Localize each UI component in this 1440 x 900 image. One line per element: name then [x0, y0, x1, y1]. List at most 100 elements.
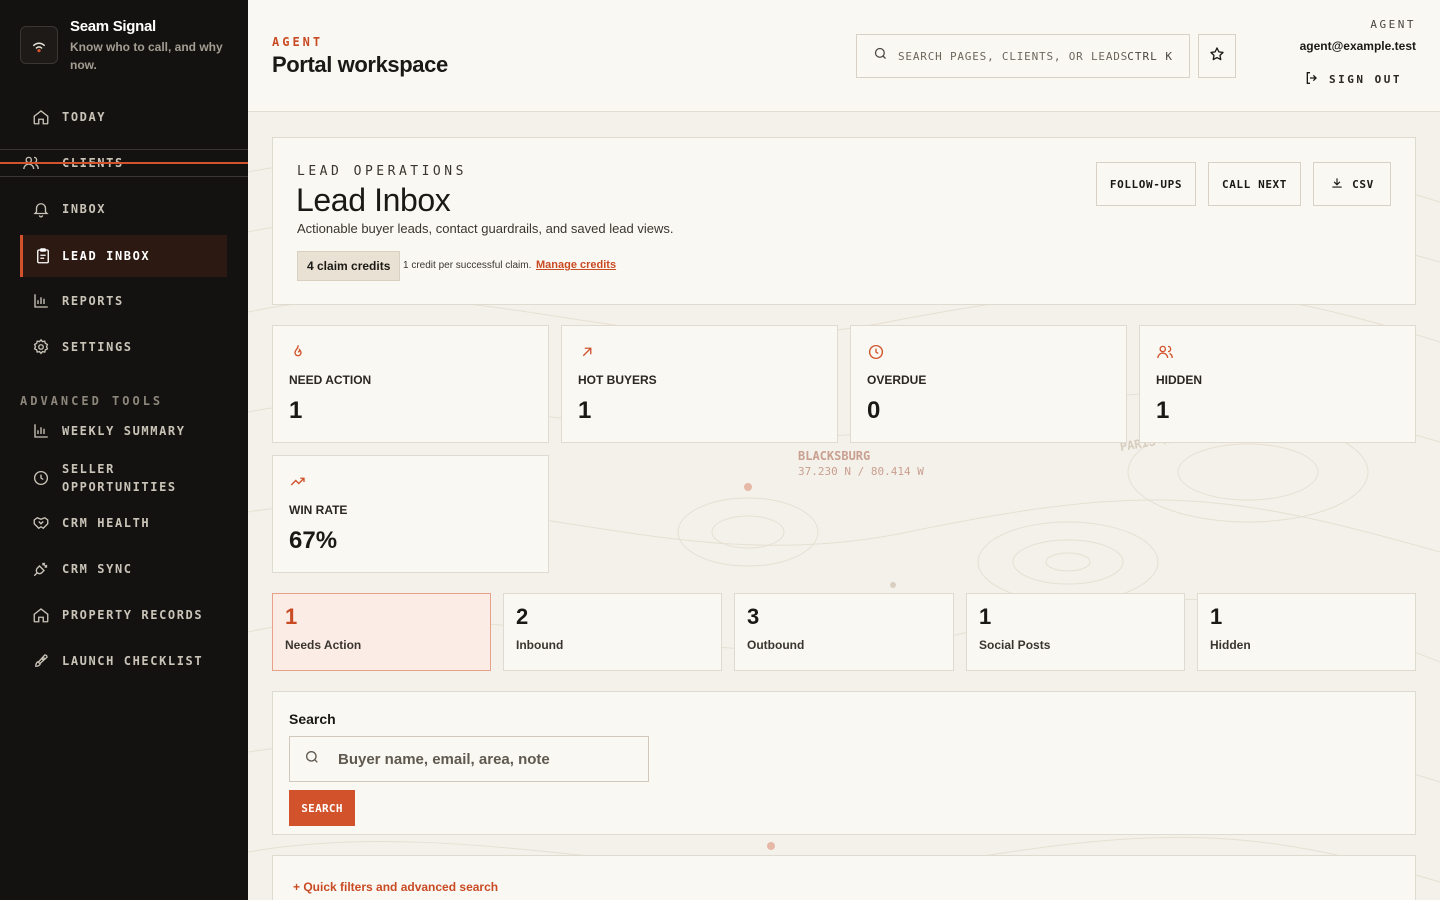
bell-icon — [20, 200, 62, 218]
tab-inbound[interactable]: 2 Inbound — [503, 593, 722, 671]
stat-value: 0 — [867, 397, 881, 424]
global-search-input[interactable]: SEARCH PAGES, CLIENTS, OR LEADS CTRL K — [856, 34, 1190, 78]
claim-credits-badge: 4 claim credits — [297, 251, 401, 281]
handshake-icon — [20, 514, 62, 532]
main-content: BLACKSBURG 37.230 N / 80.414 W PARIS MOU… — [248, 0, 1440, 900]
csv-export-button[interactable]: CSV — [1313, 162, 1391, 206]
stat-value: 1 — [578, 397, 592, 424]
house-icon — [20, 606, 62, 624]
sidebar-item-label: CRM SYNC — [62, 562, 133, 576]
tab-count: 1 — [285, 604, 298, 629]
sidebar-item-crm-health[interactable]: CRM HEALTH — [20, 502, 227, 544]
lead-search-card: Search Buyer name, email, area, note SEA… — [272, 691, 1416, 835]
sidebar-item-label: PROPERTY RECORDS — [62, 608, 204, 622]
tab-hidden[interactable]: 1 Hidden — [1197, 593, 1416, 671]
button-label: CSV — [1352, 177, 1374, 191]
flame-icon — [289, 343, 307, 366]
lead-search-input[interactable]: Buyer name, email, area, note — [289, 736, 649, 782]
stat-label: WIN RATE — [289, 503, 348, 517]
tab-count: 2 — [516, 604, 529, 629]
sidebar-item-clients[interactable]: CLIENTS — [0, 149, 248, 177]
call-next-button[interactable]: CALL NEXT — [1208, 162, 1301, 206]
trending-up-icon — [289, 473, 307, 496]
sidebar-item-label: LEAD INBOX — [62, 249, 151, 263]
rocket-icon — [20, 652, 62, 670]
tab-social-posts[interactable]: 1 Social Posts — [966, 593, 1185, 671]
map-place-label: BLACKSBURG — [798, 449, 871, 463]
bar-chart-icon — [20, 422, 62, 440]
active-underline — [0, 162, 248, 164]
sidebar-item-label: TODAY — [62, 110, 107, 124]
clock-icon — [867, 343, 885, 366]
stat-value: 1 — [289, 397, 303, 424]
gear-icon — [20, 338, 62, 356]
logout-icon — [1304, 70, 1320, 89]
sidebar-item-launch-checklist[interactable]: LAUNCH CHECKLIST — [20, 640, 227, 682]
sidebar-item-label: INBOX — [62, 202, 107, 216]
bar-chart-icon — [20, 292, 62, 310]
stat-value: 67% — [289, 527, 338, 554]
stat-card-hot-buyers[interactable]: HOT BUYERS 1 — [561, 325, 838, 443]
brand-title: Seam Signal — [70, 18, 156, 35]
user-email: agent@example.test — [1299, 39, 1416, 53]
tab-label: Social Posts — [979, 638, 1051, 652]
sidebar-item-label: SELLER OPPORTUNITIES — [62, 462, 177, 494]
sign-out-label: SIGN OUT — [1329, 73, 1402, 86]
download-icon — [1330, 176, 1344, 193]
search-label: Search — [289, 711, 336, 727]
search-icon — [304, 749, 320, 770]
advanced-tools-heading: ADVANCED TOOLS — [20, 394, 164, 408]
sidebar-item-seller-opportunities[interactable]: SELLER OPPORTUNITIES — [20, 456, 227, 500]
search-icon — [873, 46, 888, 66]
sidebar-item-crm-sync[interactable]: CRM SYNC — [20, 548, 227, 590]
follow-ups-button[interactable]: FOLLOW-UPS — [1096, 162, 1196, 206]
clipboard-icon — [23, 247, 62, 265]
sidebar-item-weekly-summary[interactable]: WEEKLY SUMMARY — [20, 410, 227, 452]
tab-needs-action[interactable]: 1 Needs Action — [272, 593, 491, 671]
search-input-placeholder: Buyer name, email, area, note — [338, 750, 550, 768]
button-label: CALL NEXT — [1221, 177, 1287, 191]
search-shortcut: CTRL K — [1127, 49, 1173, 63]
tab-label: Hidden — [1210, 638, 1251, 652]
stat-card-win-rate[interactable]: WIN RATE 67% — [272, 455, 549, 573]
manage-credits-link[interactable]: Manage credits — [536, 259, 616, 271]
signal-icon — [20, 26, 58, 64]
sidebar-item-label: REPORTS — [62, 294, 124, 308]
brand-subtitle: Know who to call, and why now. — [70, 40, 223, 72]
star-icon — [1209, 46, 1225, 67]
arrow-up-right-icon — [578, 343, 596, 366]
favorite-button[interactable] — [1198, 34, 1236, 78]
top-header: AGENT Portal workspace SEARCH PAGES, CLI… — [248, 0, 1440, 112]
tab-count: 1 — [979, 604, 992, 629]
tab-label: Needs Action — [285, 638, 362, 652]
stat-card-overdue[interactable]: OVERDUE 0 — [850, 325, 1127, 443]
sidebar-item-label: CRM HEALTH — [62, 516, 151, 530]
plug-icon — [20, 560, 62, 578]
section-eyebrow: LEAD OPERATIONS — [297, 164, 467, 179]
stat-card-need-action[interactable]: NEED ACTION 1 — [272, 325, 549, 443]
sidebar-item-label: WEEKLY SUMMARY — [62, 424, 186, 438]
sign-out-button[interactable]: SIGN OUT — [1304, 70, 1402, 89]
sidebar-item-today[interactable]: TODAY — [20, 96, 227, 138]
stat-label: HOT BUYERS — [578, 373, 657, 387]
users-icon — [1156, 343, 1174, 366]
sidebar-item-inbox[interactable]: INBOX — [20, 188, 227, 230]
search-placeholder: SEARCH PAGES, CLIENTS, OR LEADS — [898, 49, 1129, 63]
quick-filters-toggle[interactable]: + Quick filters and advanced search — [293, 880, 498, 894]
sidebar-item-reports[interactable]: REPORTS — [20, 280, 227, 322]
map-coordinates-label: 37.230 N / 80.414 W — [798, 465, 924, 478]
stat-card-hidden[interactable]: HIDDEN 1 — [1139, 325, 1416, 443]
tab-outbound[interactable]: 3 Outbound — [734, 593, 954, 671]
search-button[interactable]: SEARCH — [289, 790, 355, 826]
tab-label: Inbound — [516, 638, 564, 652]
home-icon — [20, 108, 62, 126]
tab-count: 3 — [747, 604, 760, 629]
sidebar-item-property-records[interactable]: PROPERTY RECORDS — [20, 594, 227, 636]
sidebar-item-lead-inbox[interactable]: LEAD INBOX — [20, 235, 227, 277]
lead-operations-card: LEAD OPERATIONS Lead Inbox Actionable bu… — [272, 137, 1416, 305]
section-title: Lead Inbox — [296, 182, 451, 218]
quick-filters-card: + Quick filters and advanced search — [272, 855, 1416, 900]
button-label: FOLLOW-UPS — [1109, 177, 1183, 191]
sidebar-item-settings[interactable]: SETTINGS — [20, 326, 227, 368]
tab-label: Outbound — [747, 638, 805, 652]
